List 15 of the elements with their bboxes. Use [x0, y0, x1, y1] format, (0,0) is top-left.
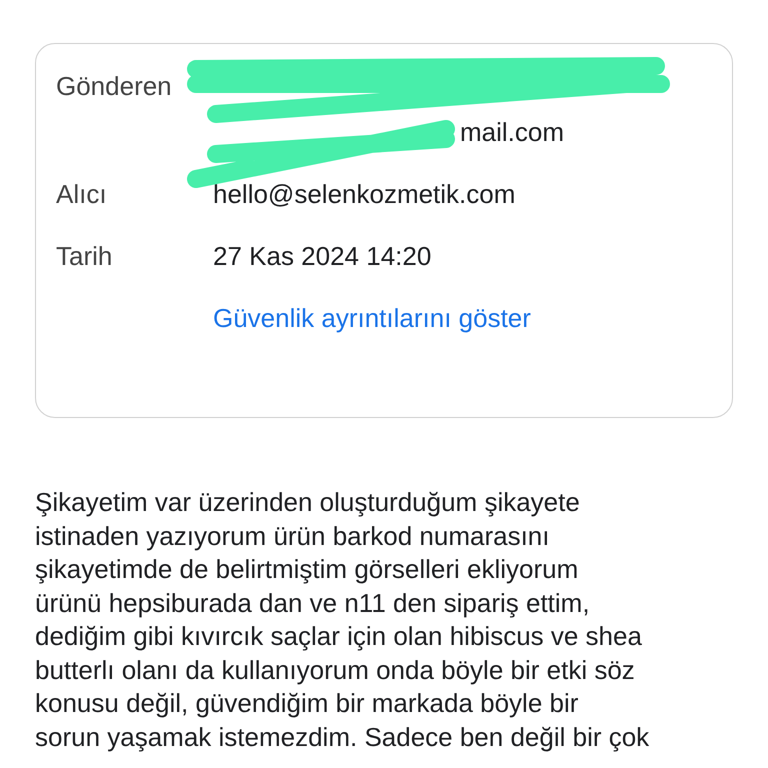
body-text-line: sorun yaşamak istemezdim. Sadece ben değil bir çok [35, 720, 650, 754]
body-text-line: dediğim gibi kıvırcık saçlar için olan hibiscus ve shea [35, 620, 643, 653]
body-text-line: butterlı olanı da kullanıyorum onda böyle bir etki söz [35, 654, 636, 686]
body-text-line: konusu değil, güvendiğim bir markada böyle bir [35, 687, 580, 720]
body-text-line: ürünü hepsiburada dan ve n11 den sipariş ettim, [35, 586, 591, 620]
field-label: Tarih [56, 240, 114, 273]
sender-email: mail.com [459, 116, 566, 149]
security-details-link[interactable]: Güvenlik ayrıntılarını göster [213, 303, 531, 333]
date-value: 27 Kas 2024 14:20 [213, 240, 432, 273]
field-label: Gönderen [56, 70, 173, 103]
body-text-line: şikayetimde de belirtmiştim görselleri ekliyorum [35, 553, 580, 586]
field-label: Alıcı [56, 178, 108, 211]
recipient-email: hello@selenkozmetik.com [213, 178, 516, 211]
body-text-line: istinaden yazıyorum ürün barkod numarasını [35, 520, 550, 552]
body-text-line: Şikayetim var üzerinden oluşturduğum şikayete [35, 486, 581, 519]
